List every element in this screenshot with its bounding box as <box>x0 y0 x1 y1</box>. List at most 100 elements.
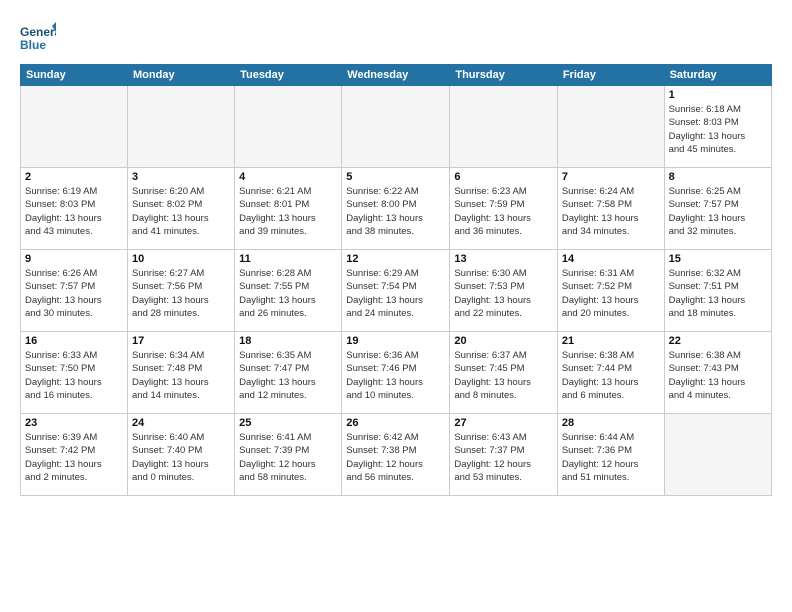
day-info: Sunrise: 6:40 AM Sunset: 7:40 PM Dayligh… <box>132 431 230 484</box>
day-number: 5 <box>346 171 445 183</box>
calendar-day-cell: 14Sunrise: 6:31 AM Sunset: 7:52 PM Dayli… <box>557 250 664 332</box>
day-info: Sunrise: 6:19 AM Sunset: 8:03 PM Dayligh… <box>25 185 123 238</box>
day-info: Sunrise: 6:38 AM Sunset: 7:43 PM Dayligh… <box>669 349 767 402</box>
day-number: 7 <box>562 171 660 183</box>
calendar-day-cell: 28 Sunrise: 6:44 AM Sunset: 7:36 PM Dayli… <box>557 414 664 496</box>
day-info: Sunrise: 6:30 AM Sunset: 7:53 PM Dayligh… <box>454 267 552 320</box>
weekday-header: Wednesday <box>342 65 450 86</box>
calendar-week-row: 2Sunrise: 6:19 AM Sunset: 8:03 PM Daylig… <box>21 168 772 250</box>
day-info: Sunrise: 6:38 AM Sunset: 7:44 PM Dayligh… <box>562 349 660 402</box>
calendar-day-cell: 1 Sunrise: 6:18 AM Sunset: 8:03 PM Daylig… <box>664 86 771 168</box>
day-number: 17 <box>132 335 230 347</box>
calendar-day-cell <box>128 86 235 168</box>
calendar-day-cell: 27 Sunrise: 6:43 AM Sunset: 7:37 PM Dayli… <box>450 414 557 496</box>
day-number: 6 <box>454 171 552 183</box>
day-number: 12 <box>346 253 445 265</box>
svg-text:General: General <box>20 25 56 39</box>
day-number: 23 <box>25 417 123 429</box>
day-number: 22 <box>669 335 767 347</box>
day-number: 19 <box>346 335 445 347</box>
calendar-day-cell: 16 Sunrise: 6:33 AM Sunset: 7:50 PM Dayli… <box>21 332 128 414</box>
day-info: Sunrise: 6:23 AM Sunset: 7:59 PM Dayligh… <box>454 185 552 238</box>
day-info: Sunrise: 6:33 AM Sunset: 7:50 PM Dayligh… <box>25 349 123 402</box>
day-number: 14 <box>562 253 660 265</box>
day-info: Sunrise: 6:22 AM Sunset: 8:00 PM Dayligh… <box>346 185 445 238</box>
header: General Blue <box>20 16 772 56</box>
calendar-table: SundayMondayTuesdayWednesdayThursdayFrid… <box>20 64 772 496</box>
day-number: 8 <box>669 171 767 183</box>
weekday-header: Thursday <box>450 65 557 86</box>
calendar-day-cell: 7 Sunrise: 6:24 AM Sunset: 7:58 PM Daylig… <box>557 168 664 250</box>
day-info: Sunrise: 6:25 AM Sunset: 7:57 PM Dayligh… <box>669 185 767 238</box>
calendar-week-row: 9 Sunrise: 6:26 AM Sunset: 7:57 PM Daylig… <box>21 250 772 332</box>
day-info: Sunrise: 6:44 AM Sunset: 7:36 PM Dayligh… <box>562 431 660 484</box>
calendar-day-cell: 9 Sunrise: 6:26 AM Sunset: 7:57 PM Daylig… <box>21 250 128 332</box>
page: General Blue SundayMondayTuesdayWednesda… <box>0 0 792 612</box>
calendar-day-cell: 5 Sunrise: 6:22 AM Sunset: 8:00 PM Daylig… <box>342 168 450 250</box>
day-info: Sunrise: 6:43 AM Sunset: 7:37 PM Dayligh… <box>454 431 552 484</box>
calendar-day-cell: 26 Sunrise: 6:42 AM Sunset: 7:38 PM Dayli… <box>342 414 450 496</box>
calendar-day-cell: 2Sunrise: 6:19 AM Sunset: 8:03 PM Daylig… <box>21 168 128 250</box>
calendar-day-cell: 21 Sunrise: 6:38 AM Sunset: 7:44 PM Dayli… <box>557 332 664 414</box>
calendar-day-cell <box>342 86 450 168</box>
calendar-day-cell: 11Sunrise: 6:28 AM Sunset: 7:55 PM Dayli… <box>235 250 342 332</box>
day-number: 26 <box>346 417 445 429</box>
calendar-week-row: 1 Sunrise: 6:18 AM Sunset: 8:03 PM Daylig… <box>21 86 772 168</box>
day-number: 20 <box>454 335 552 347</box>
day-info: Sunrise: 6:36 AM Sunset: 7:46 PM Dayligh… <box>346 349 445 402</box>
day-number: 11 <box>239 253 337 265</box>
day-info: Sunrise: 6:39 AM Sunset: 7:42 PM Dayligh… <box>25 431 123 484</box>
weekday-header: Tuesday <box>235 65 342 86</box>
weekday-header: Monday <box>128 65 235 86</box>
day-info: Sunrise: 6:20 AM Sunset: 8:02 PM Dayligh… <box>132 185 230 238</box>
calendar-week-row: 16 Sunrise: 6:33 AM Sunset: 7:50 PM Dayli… <box>21 332 772 414</box>
calendar-day-cell: 20 Sunrise: 6:37 AM Sunset: 7:45 PM Dayli… <box>450 332 557 414</box>
day-info: Sunrise: 6:29 AM Sunset: 7:54 PM Dayligh… <box>346 267 445 320</box>
calendar-week-row: 23 Sunrise: 6:39 AM Sunset: 7:42 PM Dayli… <box>21 414 772 496</box>
calendar-day-cell: 23 Sunrise: 6:39 AM Sunset: 7:42 PM Dayli… <box>21 414 128 496</box>
day-number: 28 <box>562 417 660 429</box>
day-number: 10 <box>132 253 230 265</box>
day-info: Sunrise: 6:35 AM Sunset: 7:47 PM Dayligh… <box>239 349 337 402</box>
logo-svg: General Blue <box>20 20 56 56</box>
day-number: 27 <box>454 417 552 429</box>
day-number: 9 <box>25 253 123 265</box>
day-info: Sunrise: 6:26 AM Sunset: 7:57 PM Dayligh… <box>25 267 123 320</box>
calendar-day-cell: 24 Sunrise: 6:40 AM Sunset: 7:40 PM Dayli… <box>128 414 235 496</box>
calendar-day-cell: 15 Sunrise: 6:32 AM Sunset: 7:51 PM Dayli… <box>664 250 771 332</box>
calendar-day-cell: 17 Sunrise: 6:34 AM Sunset: 7:48 PM Dayli… <box>128 332 235 414</box>
day-number: 24 <box>132 417 230 429</box>
calendar-header-row: SundayMondayTuesdayWednesdayThursdayFrid… <box>21 65 772 86</box>
calendar-day-cell: 8 Sunrise: 6:25 AM Sunset: 7:57 PM Daylig… <box>664 168 771 250</box>
day-info: Sunrise: 6:42 AM Sunset: 7:38 PM Dayligh… <box>346 431 445 484</box>
calendar-day-cell <box>450 86 557 168</box>
day-number: 21 <box>562 335 660 347</box>
weekday-header: Friday <box>557 65 664 86</box>
day-number: 3 <box>132 171 230 183</box>
calendar-day-cell: 13 Sunrise: 6:30 AM Sunset: 7:53 PM Dayli… <box>450 250 557 332</box>
day-number: 25 <box>239 417 337 429</box>
day-number: 4 <box>239 171 337 183</box>
calendar-day-cell: 18 Sunrise: 6:35 AM Sunset: 7:47 PM Dayli… <box>235 332 342 414</box>
day-info: Sunrise: 6:34 AM Sunset: 7:48 PM Dayligh… <box>132 349 230 402</box>
calendar-day-cell <box>664 414 771 496</box>
day-number: 16 <box>25 335 123 347</box>
calendar-day-cell: 4Sunrise: 6:21 AM Sunset: 8:01 PM Daylig… <box>235 168 342 250</box>
calendar-day-cell: 12 Sunrise: 6:29 AM Sunset: 7:54 PM Dayli… <box>342 250 450 332</box>
day-info: Sunrise: 6:24 AM Sunset: 7:58 PM Dayligh… <box>562 185 660 238</box>
weekday-header: Saturday <box>664 65 771 86</box>
calendar-day-cell: 25Sunrise: 6:41 AM Sunset: 7:39 PM Dayli… <box>235 414 342 496</box>
weekday-header: Sunday <box>21 65 128 86</box>
calendar-day-cell: 3 Sunrise: 6:20 AM Sunset: 8:02 PM Daylig… <box>128 168 235 250</box>
day-number: 1 <box>669 89 767 101</box>
day-number: 13 <box>454 253 552 265</box>
day-info: Sunrise: 6:27 AM Sunset: 7:56 PM Dayligh… <box>132 267 230 320</box>
day-info: Sunrise: 6:37 AM Sunset: 7:45 PM Dayligh… <box>454 349 552 402</box>
calendar-day-cell <box>21 86 128 168</box>
calendar-day-cell: 22 Sunrise: 6:38 AM Sunset: 7:43 PM Dayli… <box>664 332 771 414</box>
day-number: 18 <box>239 335 337 347</box>
calendar-day-cell <box>557 86 664 168</box>
day-info: Sunrise: 6:18 AM Sunset: 8:03 PM Dayligh… <box>669 103 767 156</box>
day-info: Sunrise: 6:32 AM Sunset: 7:51 PM Dayligh… <box>669 267 767 320</box>
day-number: 15 <box>669 253 767 265</box>
